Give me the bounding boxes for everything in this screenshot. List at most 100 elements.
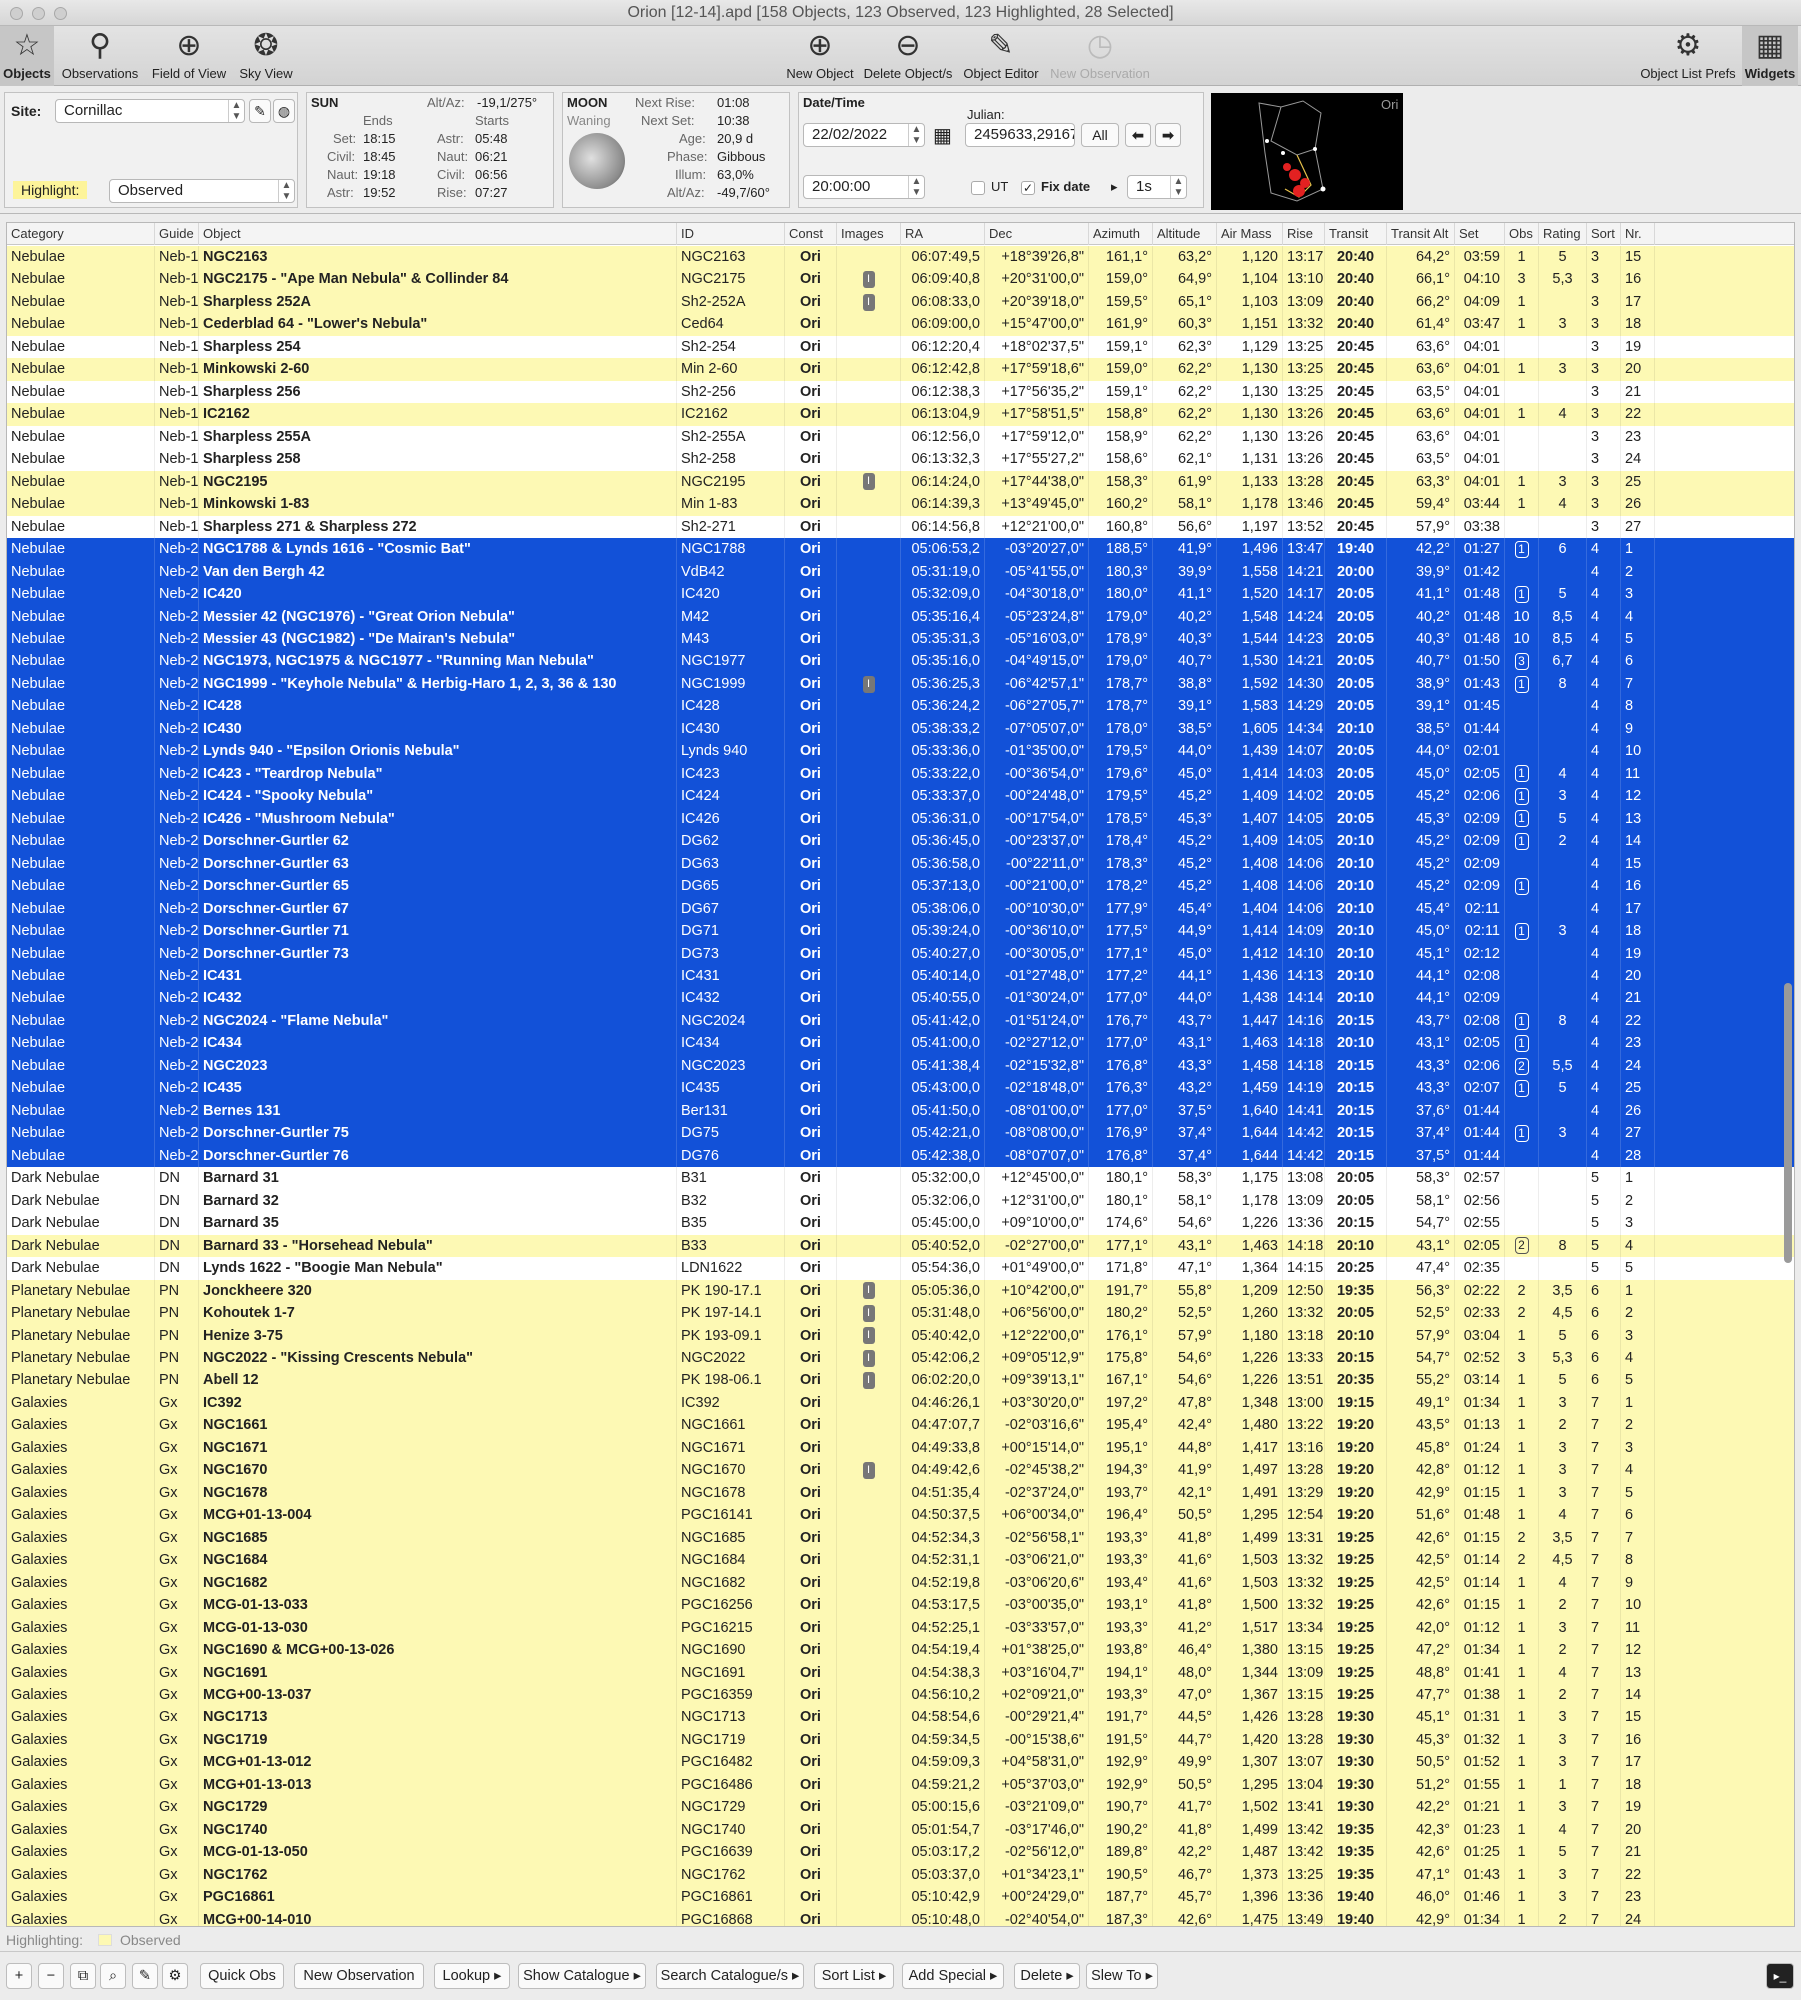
column-header-dec[interactable]: Dec [985,223,1089,245]
table-row[interactable]: Planetary Nebulae PN NGC2022 - "Kissing Cr… [7,1346,1794,1370]
table-row[interactable]: Galaxies Gx MCG+00-13-037 PGC16359 Ori 04:56:… [7,1684,1794,1707]
column-header-images[interactable]: Images [837,223,901,245]
ut-checkbox[interactable] [971,181,985,195]
table-row[interactable]: Dark Nebulae DN Lynds 1622 - "Boogie Man N… [7,1257,1794,1280]
column-header-set[interactable]: Set [1455,223,1505,245]
column-header-obs[interactable]: Obs [1505,223,1539,245]
table-row[interactable]: Dark Nebulae DN Barnard 31 B31 Ori 05:32:00,0… [7,1167,1794,1190]
site-select[interactable]: Cornillac ▲ ▼ [55,99,245,123]
table-row[interactable]: Nebulae Neb-1 IC2162 IC2162 Ori 06:13:04,9 +17… [7,403,1794,426]
toolbar-observations-button[interactable]: ⚲ Observations [58,26,142,86]
column-header-category[interactable]: Category [7,223,155,245]
column-header-altitude[interactable]: Altitude [1153,223,1217,245]
table-row[interactable]: Nebulae Neb-2 IC435 IC435 Ori 05:43:00,0 -02°1… [7,1077,1794,1100]
table-row[interactable]: Nebulae Neb-1 Sharpless 255A Sh2-255A Ori 06:… [7,425,1794,449]
table-row[interactable]: Nebulae Neb-2 NGC1788 & Lynds 1616 - "Cosm… [7,538,1794,561]
scrollbar-thumb[interactable] [1784,983,1792,1263]
observation-count-badge[interactable]: 1 [1514,832,1529,850]
observation-count-badge[interactable]: 1 [1514,540,1529,558]
table-row[interactable]: Nebulae Neb-2 Dorschner-Gurtler 75 DG75 Ori 0… [7,1122,1794,1145]
sort-list-button[interactable]: Sort List ▸ [814,1963,894,1989]
observation-count-badge[interactable]: 1 [1514,1035,1529,1053]
observation-count-badge[interactable]: 1 [1514,1080,1529,1098]
quick-obs-button[interactable]: Quick Obs [200,1963,284,1989]
image-attachment-icon[interactable]: I [862,1327,875,1345]
table-row[interactable]: Galaxies Gx MCG+00-14-010 PGC16868 Ori 05:10:… [7,1908,1794,1926]
table-row[interactable]: Nebulae Neb-2 IC428 IC428 Ori 05:36:24,2 -06°2… [7,695,1794,718]
table-row[interactable]: Nebulae Neb-2 IC432 IC432 Ori 05:40:55,0 -01°3… [7,987,1794,1010]
copy-icon[interactable]: ⧉ [70,1963,96,1989]
table-row[interactable]: Nebulae Neb-2 Lynds 940 - "Epsilon Orionis… [7,740,1794,763]
observation-count-badge[interactable]: 1 [1514,765,1529,783]
table-row[interactable]: Galaxies Gx NGC1719 NGC1719 Ori 04:59:34,5 -00… [7,1728,1794,1752]
image-attachment-icon[interactable]: I [862,1304,875,1322]
search-icon[interactable]: ⌕ [100,1963,126,1989]
column-header-rating[interactable]: Rating [1539,223,1587,245]
column-header-sort[interactable]: Sort [1587,223,1621,245]
observation-count-badge[interactable]: 1 [1514,1124,1529,1142]
edit-site-button[interactable]: ✎ [249,99,271,123]
table-row[interactable]: Galaxies Gx NGC1740 NGC1740 Ori 05:01:54,7 -03… [7,1818,1794,1842]
table-row[interactable]: Nebulae Neb-2 Messier 43 (NGC1982) - "De M… [7,627,1794,651]
column-header-nr[interactable]: Nr. [1621,223,1655,245]
fixdate-checkbox[interactable]: ✓ [1021,181,1035,195]
table-row[interactable]: Galaxies Gx MCG-01-13-030 PGC16215 Ori 04:52:… [7,1616,1794,1640]
new-object-button[interactable]: ⊕ New Object [780,26,860,86]
table-row[interactable]: Galaxies Gx NGC1685 NGC1685 Ori 04:52:34,3 -02… [7,1526,1794,1550]
image-attachment-icon[interactable]: I [862,1282,875,1300]
table-row[interactable]: Galaxies Gx NGC1713 NGC1713 Ori 04:58:54,6 -00… [7,1706,1794,1729]
vertical-scrollbar[interactable] [1784,253,1792,1893]
delete-objects-button[interactable]: ⊖ Delete Object/s [860,26,956,86]
table-row[interactable]: Nebulae Neb-2 Messier 42 (NGC1976) - "Grea… [7,605,1794,628]
table-row[interactable]: Galaxies Gx MCG+01-13-012 PGC16482 Ori 04:59:… [7,1751,1794,1774]
table-row[interactable]: Nebulae Neb-1 Sharpless 258 Sh2-258 Ori 06:13… [7,448,1794,471]
table-row[interactable]: Nebulae Neb-2 IC430 IC430 Ori 05:38:33,2 -07°0… [7,717,1794,741]
add-special-button[interactable]: Add Special ▸ [902,1963,1004,1989]
table-row[interactable]: Galaxies Gx MCG-01-13-050 PGC16639 Ori 05:03:… [7,1841,1794,1864]
object-editor-button[interactable]: ✎ Object Editor [958,26,1044,86]
observation-count-badge[interactable]: 1 [1514,922,1529,940]
column-header-airmass[interactable]: Air Mass [1217,223,1283,245]
widgets-button[interactable]: ▦ Widgets [1742,26,1798,86]
table-row[interactable]: Nebulae Neb-2 Dorschner-Gurtler 67 DG67 Ori 0… [7,897,1794,921]
table-row[interactable]: Galaxies Gx NGC1661 NGC1661 Ori 04:47:07,7 -02… [7,1414,1794,1437]
gear-icon[interactable]: ⚙ [162,1963,188,1989]
table-row[interactable]: Nebulae Neb-1 Cederblad 64 - "Lower's Nebu… [7,313,1794,336]
column-header-transit[interactable]: Transit [1325,223,1387,245]
time-field[interactable]: 20:00:00 ▲ ▼ [803,175,925,199]
slew-to-button[interactable]: Slew To ▸ [1086,1963,1158,1989]
table-row[interactable]: Galaxies Gx NGC1670 NGC1670 Ori I 04:49:42,6 -0… [7,1459,1794,1482]
table-row[interactable]: Galaxies Gx NGC1682 NGC1682 Ori 04:52:19,8 -03… [7,1571,1794,1595]
column-header-rise[interactable]: Rise [1283,223,1325,245]
new-observation-button[interactable]: New Observation [294,1963,424,1989]
table-row[interactable]: Nebulae Neb-2 Dorschner-Gurtler 65 DG65 Ori 0… [7,875,1794,898]
table-row[interactable]: Galaxies Gx MCG+01-13-013 PGC16486 Ori 04:59:… [7,1773,1794,1797]
observation-count-badge[interactable]: 1 [1514,877,1529,895]
table-row[interactable]: Planetary Nebulae PN Jonckheere 320 PK 190-… [7,1279,1794,1303]
table-row[interactable]: Dark Nebulae DN Barnard 33 - "Horsehead Ne… [7,1234,1794,1258]
table-row[interactable]: Galaxies Gx PGC16861 PGC16861 Ori 05:10:42,9 +… [7,1886,1794,1909]
table-row[interactable]: Nebulae Neb-2 NGC1973, NGC1975 & NGC1977 -… [7,650,1794,673]
table-row[interactable]: Nebulae Neb-1 Sharpless 254 Sh2-254 Ori 06:12… [7,335,1794,359]
table-row[interactable]: Nebulae Neb-2 Dorschner-Gurtler 71 DG71 Ori 0… [7,920,1794,943]
table-row[interactable]: Nebulae Neb-1 NGC2163 NGC2163 Ori 06:07:49,5 +… [7,246,1794,269]
observation-count-badge[interactable]: 1 [1514,1012,1529,1030]
image-attachment-icon[interactable]: I [862,293,875,311]
table-row[interactable]: Planetary Nebulae PN Abell 12 PK 198-06.1 Or… [7,1369,1794,1392]
table-row[interactable]: Nebulae Neb-2 IC423 - "Teardrop Nebula" IC4… [7,762,1794,786]
observation-count-badge[interactable]: 3 [1514,653,1529,671]
table-row[interactable]: Nebulae Neb-2 Dorschner-Gurtler 76 DG76 Ori 0… [7,1144,1794,1168]
table-row[interactable]: Nebulae Neb-2 IC434 IC434 Ori 05:41:00,0 -02°2… [7,1032,1794,1055]
table-row[interactable]: Galaxies Gx NGC1762 NGC1762 Ori 05:03:37,0 +01… [7,1863,1794,1887]
add-button[interactable]: + [6,1963,32,1989]
close-window-button[interactable] [10,7,23,20]
play-icon[interactable]: ▸ [1111,179,1118,195]
search-catalogues-button[interactable]: Search Catalogue/s ▸ [656,1963,804,1989]
step-select[interactable]: 1s ▲ ▼ [1127,175,1187,199]
table-row[interactable]: Galaxies Gx NGC1678 NGC1678 Ori 04:51:35,4 -02… [7,1481,1794,1505]
image-attachment-icon[interactable]: I [862,675,875,693]
table-row[interactable]: Nebulae Neb-2 NGC1999 - "Keyhole Nebula" &… [7,672,1794,696]
table-row[interactable]: Nebulae Neb-1 Sharpless 271 & Sharpless 27… [7,515,1794,539]
table-row[interactable]: Galaxies Gx MCG-01-13-033 PGC16256 Ori 04:53:… [7,1594,1794,1617]
table-row[interactable]: Nebulae Neb-1 Minkowski 2-60 Min 2-60 Ori 06:… [7,358,1794,381]
